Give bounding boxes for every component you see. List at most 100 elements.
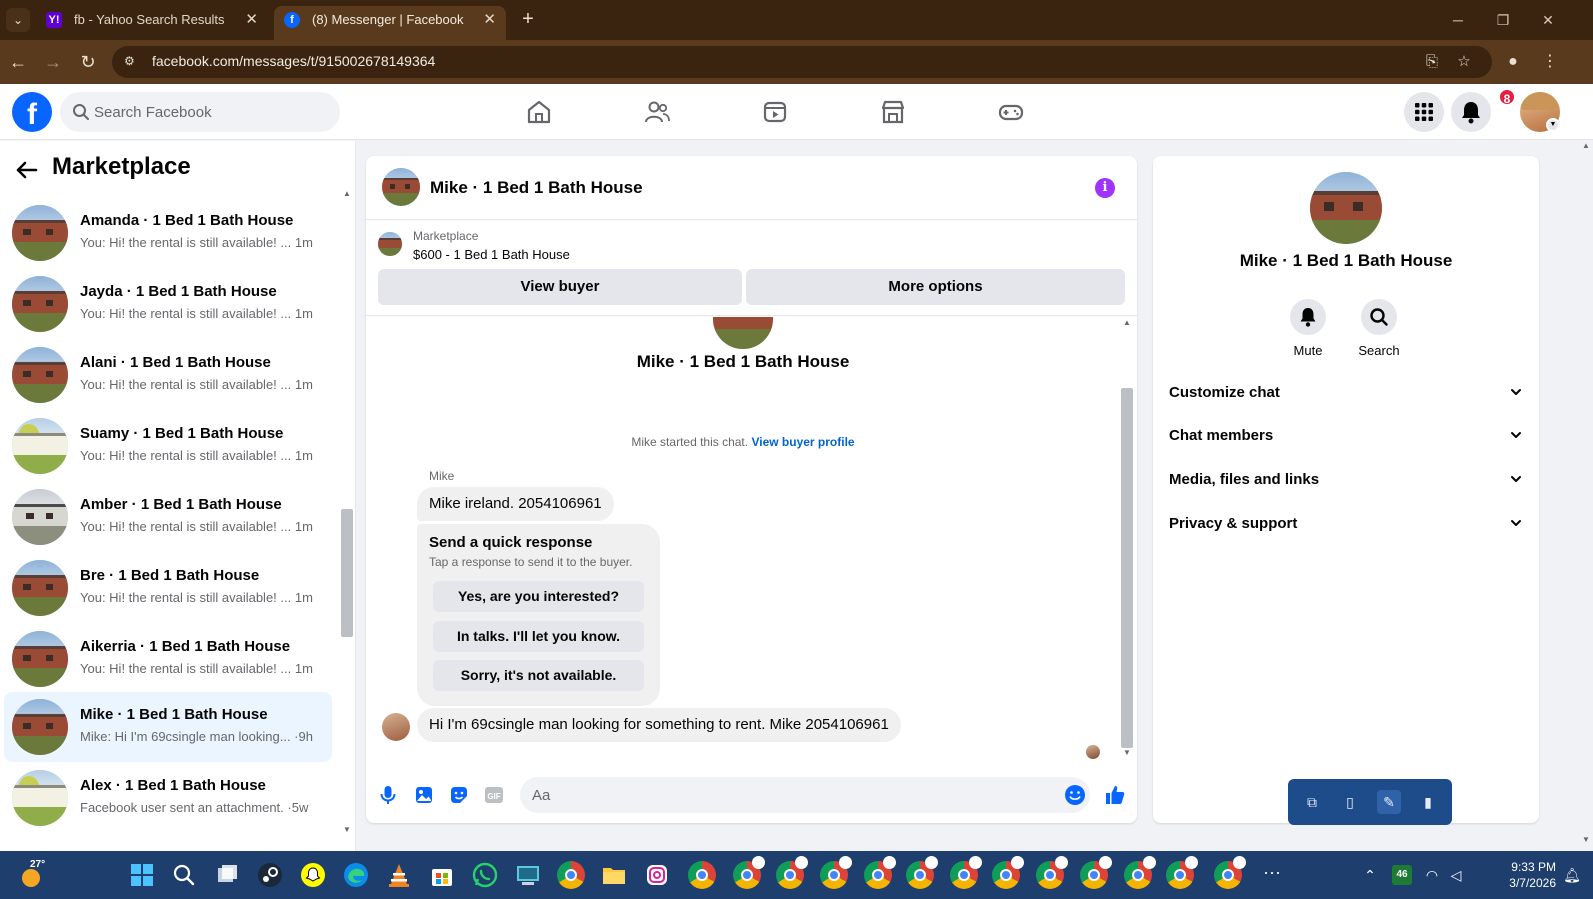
windows-start-icon[interactable] <box>128 861 156 889</box>
vlc-icon[interactable] <box>385 861 413 889</box>
account-chevron-down-icon[interactable]: ▼ <box>1546 118 1560 132</box>
quick-response-option[interactable]: In talks. I'll let you know. <box>433 621 644 652</box>
marketplace-icon[interactable] <box>879 98 907 126</box>
page-scrollbar[interactable]: ▲ ▼ <box>1578 141 1593 851</box>
url-text[interactable]: facebook.com/messages/t/915002678149364 <box>152 53 435 69</box>
sender-avatar[interactable] <box>382 713 410 741</box>
emoji-icon[interactable] <box>1064 784 1086 806</box>
customize-chat-section[interactable]: Customize chat <box>1169 375 1523 411</box>
tab-search-button[interactable]: ⌄ <box>6 8 30 32</box>
chrome-profile-icon[interactable] <box>1166 856 1198 889</box>
chrome-profile-icon[interactable] <box>1036 856 1068 889</box>
install-app-icon[interactable]: ⎘ <box>1422 52 1442 72</box>
monitor-app-icon[interactable] <box>514 861 542 889</box>
instagram-icon[interactable] <box>643 861 671 889</box>
steam-icon[interactable] <box>256 861 284 889</box>
chrome-profile-icon[interactable] <box>864 856 896 889</box>
facebook-logo-icon[interactable]: f <box>12 92 52 132</box>
search-input[interactable] <box>94 102 324 122</box>
chrome-profile-icon[interactable] <box>820 856 852 889</box>
conversation-item[interactable]: Alani · 1 Bed 1 Bath House You: Hi! the … <box>4 340 332 410</box>
file-explorer-icon[interactable] <box>600 861 628 889</box>
chrome-profile-icon[interactable] <box>1080 856 1112 889</box>
conversation-item[interactable]: Alex · 1 Bed 1 Bath House Facebook user … <box>4 763 332 833</box>
privacy-support-section[interactable]: Privacy & support <box>1169 506 1523 542</box>
new-tab-button[interactable]: + <box>516 7 540 31</box>
message-input-box[interactable] <box>520 777 1090 813</box>
menu-grid-button[interactable] <box>1404 92 1444 132</box>
conversation-item[interactable]: Amber · 1 Bed 1 Bath House You: Hi! the … <box>4 482 332 552</box>
notification-center-icon[interactable]: 🔔︎ <box>1562 865 1582 885</box>
task-view-icon[interactable] <box>213 861 241 889</box>
chrome-profile-icon[interactable] <box>733 856 765 889</box>
view-buyer-button[interactable]: View buyer <box>378 269 742 305</box>
bookmark-star-icon[interactable]: ☆ <box>1454 52 1474 72</box>
scroll-down-icon[interactable]: ▼ <box>1581 835 1591 844</box>
conversation-item[interactable]: Jayda · 1 Bed 1 Bath House You: Hi! the … <box>4 269 332 339</box>
whatsapp-icon[interactable] <box>471 861 499 889</box>
home-icon[interactable] <box>525 98 553 126</box>
scroll-down-icon[interactable]: ▼ <box>342 825 352 834</box>
scroll-down-icon[interactable]: ▼ <box>1122 748 1132 757</box>
screenshot-icon[interactable]: ⧉ <box>1300 790 1324 814</box>
gif-icon[interactable]: GIF <box>482 783 506 807</box>
conversation-item-selected[interactable]: Mike · 1 Bed 1 Bath House Mike: Hi I'm 6… <box>4 692 332 762</box>
tab-yahoo[interactable]: Y! fb - Yahoo Search Results ✕ <box>36 6 268 40</box>
chat-members-section[interactable]: Chat members <box>1169 418 1523 454</box>
site-info-icon[interactable]: ⚙ <box>124 54 140 70</box>
chrome-profile-icon[interactable] <box>776 856 808 889</box>
mute-button[interactable]: Mute <box>1278 299 1338 358</box>
chat-title[interactable]: Mike · 1 Bed 1 Bath House <box>430 178 643 198</box>
tray-chevron-up-icon[interactable]: ⌃ <box>1360 865 1380 885</box>
notifications-button[interactable] <box>1451 92 1491 132</box>
photo-icon[interactable] <box>412 783 436 807</box>
message-bubble[interactable]: Mike ireland. 2054106961 <box>417 487 614 521</box>
back-arrow-icon[interactable] <box>14 157 40 183</box>
chat-scrollbar[interactable]: ▲ ▼ <box>1120 316 1134 761</box>
chrome-profile-icon[interactable] <box>688 861 716 889</box>
info-icon[interactable]: i <box>1095 178 1115 198</box>
taskbar-search-icon[interactable] <box>170 861 198 889</box>
view-buyer-profile-link[interactable]: View buyer profile <box>751 435 854 449</box>
wifi-icon[interactable]: ◠ <box>1422 865 1442 885</box>
chrome-icon[interactable] <box>557 861 585 889</box>
back-icon[interactable]: ← <box>5 50 31 74</box>
chart-icon[interactable]: ▮ <box>1416 790 1440 814</box>
thumbs-up-icon[interactable] <box>1103 783 1127 807</box>
close-window-icon[interactable]: ✕ <box>1533 8 1563 32</box>
microsoft-store-icon[interactable] <box>428 861 456 889</box>
chrome-profile-icon[interactable] <box>1214 856 1246 889</box>
watch-video-icon[interactable] <box>761 98 789 126</box>
minimize-icon[interactable]: ─ <box>1443 8 1473 32</box>
search-in-chat-button[interactable]: Search <box>1349 299 1409 358</box>
listing-title[interactable]: $600 - 1 Bed 1 Bath House <box>413 247 570 262</box>
more-options-button[interactable]: More options <box>746 269 1125 305</box>
pen-icon[interactable]: ✎ <box>1377 790 1401 814</box>
system-clock[interactable]: 9:33 PM 3/7/2026 <box>1486 859 1556 891</box>
friends-icon[interactable] <box>643 98 671 126</box>
scroll-up-icon[interactable]: ▲ <box>342 189 352 198</box>
listing-thumbnail[interactable] <box>378 232 402 256</box>
reload-icon[interactable]: ↻ <box>75 50 101 74</box>
scroll-up-icon[interactable]: ▲ <box>1581 141 1591 150</box>
chrome-profile-icon[interactable] <box>992 856 1024 889</box>
chrome-profile-icon[interactable] <box>950 856 982 889</box>
chrome-profile-icon[interactable] <box>1124 856 1156 889</box>
conversation-item[interactable]: Bre · 1 Bed 1 Bath House You: Hi! the re… <box>4 553 332 623</box>
menu-kebab-icon[interactable]: ⋮ <box>1538 50 1562 74</box>
edge-icon[interactable] <box>342 861 370 889</box>
search-box[interactable] <box>60 92 340 132</box>
conversation-item[interactable]: Aikerria · 1 Bed 1 Bath House You: Hi! t… <box>4 624 332 694</box>
close-tab-icon[interactable]: ✕ <box>483 6 496 34</box>
forward-icon[interactable]: → <box>40 50 66 74</box>
chrome-profile-icon[interactable] <box>906 856 938 889</box>
chat-avatar[interactable] <box>382 168 420 206</box>
gaming-icon[interactable] <box>997 98 1025 126</box>
scrollbar-thumb[interactable] <box>1121 388 1133 748</box>
restore-icon[interactable]: ❐ <box>1488 8 1518 32</box>
clipboard-icon[interactable]: ▯ <box>1338 790 1362 814</box>
snapchat-icon[interactable] <box>299 861 327 889</box>
more-apps-icon[interactable]: ··· <box>1260 863 1284 885</box>
weather-widget[interactable]: 27° <box>18 859 46 889</box>
quick-response-option[interactable]: Yes, are you interested? <box>433 581 644 612</box>
